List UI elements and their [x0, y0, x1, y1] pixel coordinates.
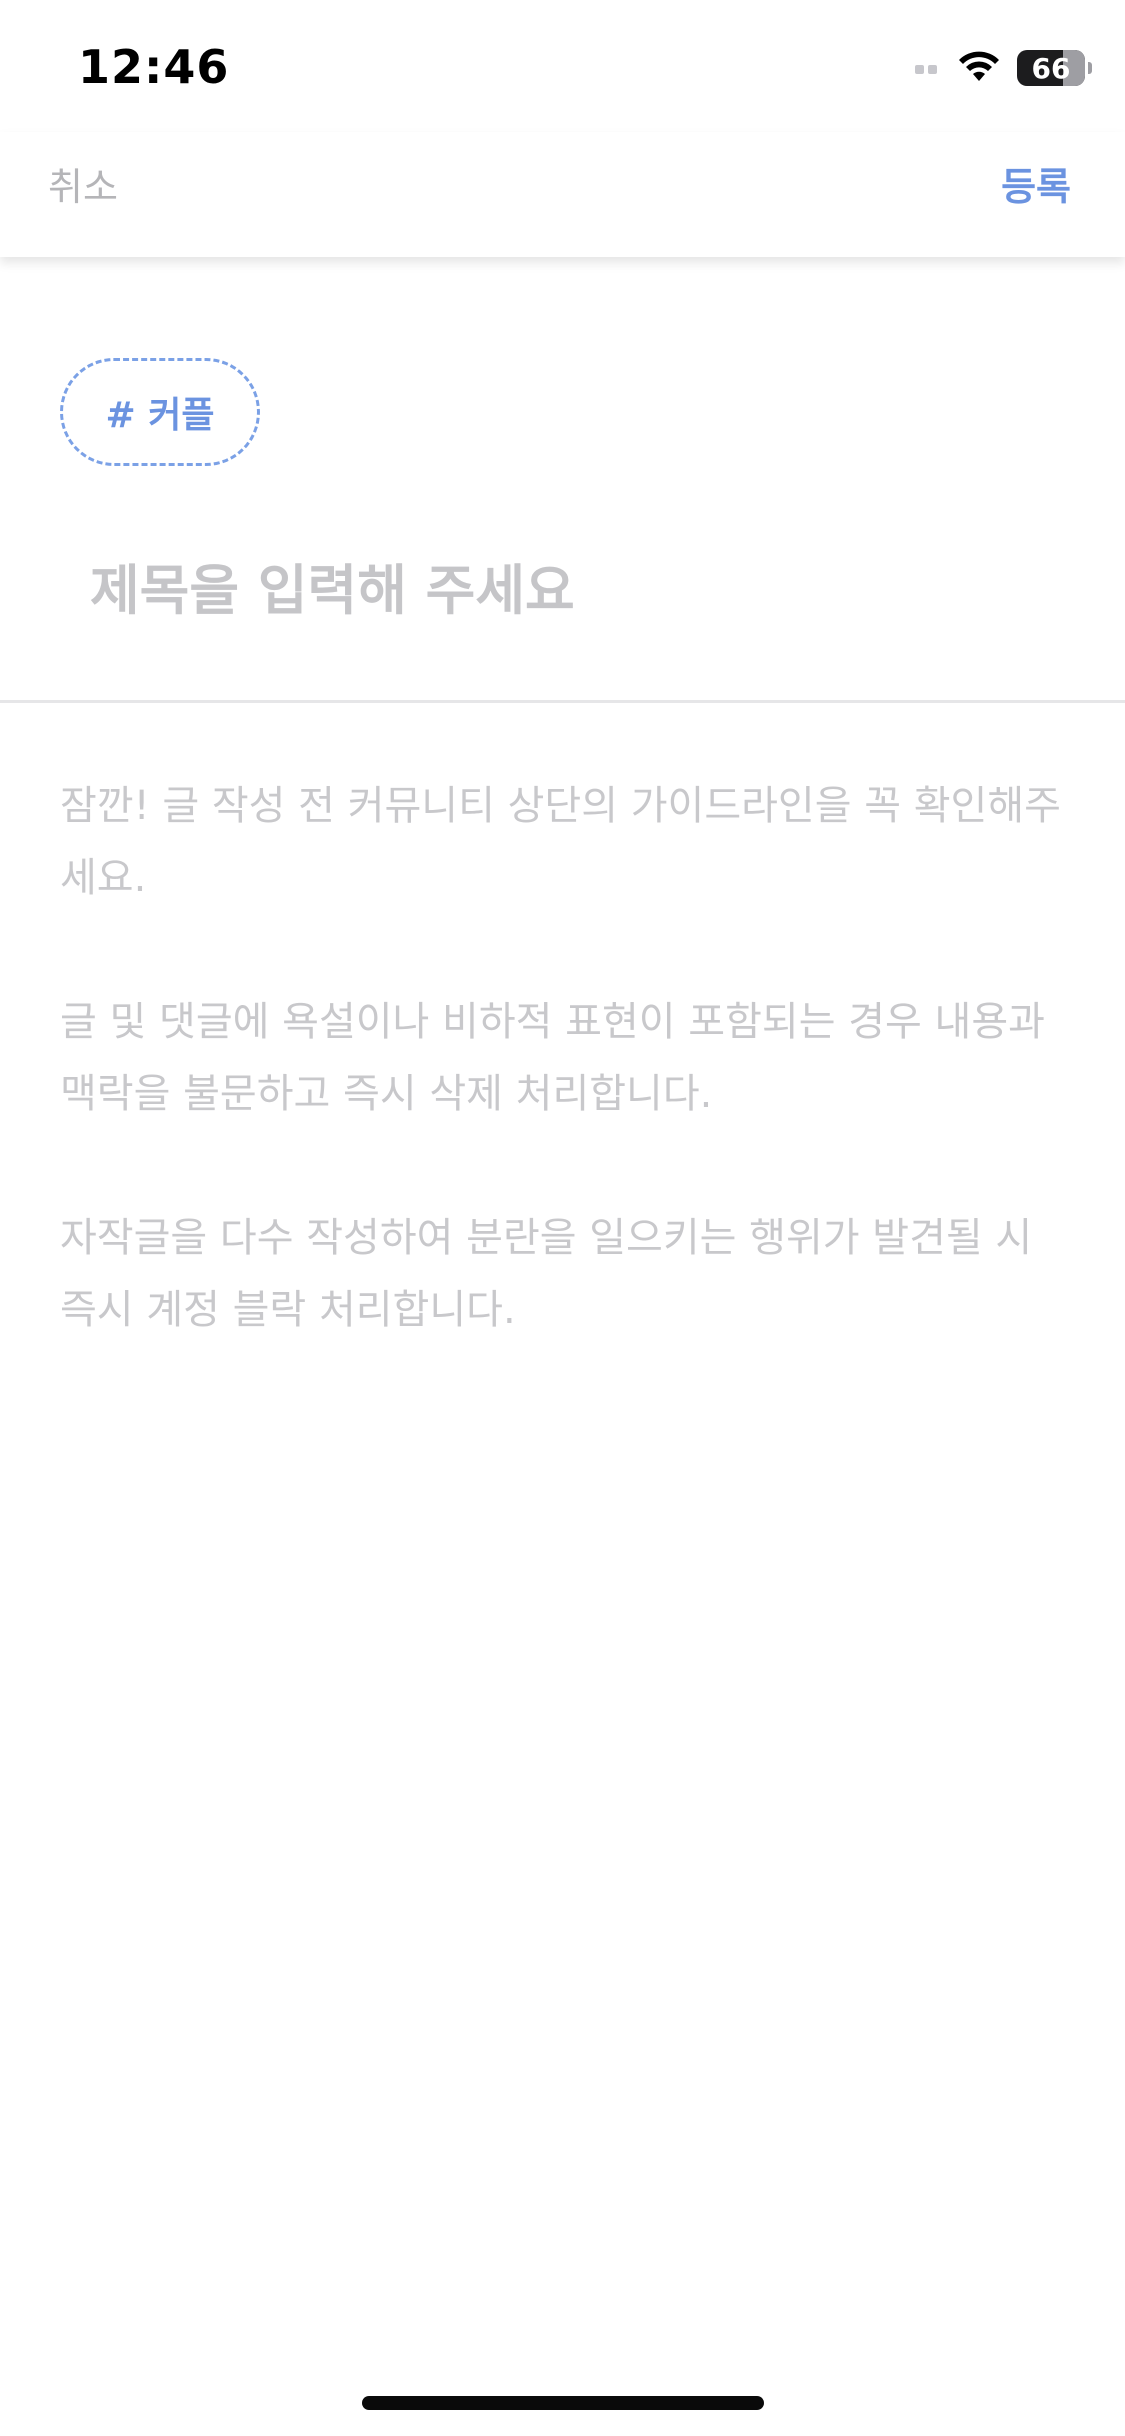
body-placeholder: 잠깐! 글 작성 전 커뮤니티 상단의 가이드라인을 꼭 확인해주세요. 글 및…	[60, 770, 1070, 1346]
guideline-paragraph: 글 및 댓글에 욕설이나 비하적 표현이 포함되는 경우 내용과 맥락을 불문하…	[60, 999, 1045, 1117]
category-tag-chip[interactable]: # 커플	[60, 358, 260, 466]
divider	[0, 700, 1125, 703]
home-indicator[interactable]	[362, 2396, 764, 2410]
post-compose-screen: 12:46 66 취소 등록 # 커플 잠깐! 글 작성 전 커뮤니티 상단의 …	[0, 0, 1125, 2436]
battery-icon: 66	[1017, 50, 1092, 86]
cellular-signal-icon	[915, 62, 941, 74]
status-icons: 66	[915, 48, 1092, 88]
submit-button[interactable]: 등록	[1001, 156, 1071, 211]
guideline-paragraph: 자작글을 다수 작성하여 분란을 일으키는 행위가 발견될 시 즉시 계정 블락…	[60, 1215, 1033, 1333]
body-textarea[interactable]: 잠깐! 글 작성 전 커뮤니티 상단의 가이드라인을 꼭 확인해주세요. 글 및…	[60, 770, 1070, 2270]
battery-level: 66	[1031, 51, 1071, 85]
title-input[interactable]	[62, 548, 1062, 632]
status-time: 12:46	[78, 40, 230, 94]
cancel-button[interactable]: 취소	[48, 156, 118, 211]
wifi-icon	[959, 51, 999, 81]
guideline-paragraph: 잠깐! 글 작성 전 커뮤니티 상단의 가이드라인을 꼭 확인해주세요.	[60, 783, 1061, 901]
nav-bar: 취소 등록	[0, 132, 1125, 257]
status-bar: 12:46 66	[0, 0, 1125, 132]
